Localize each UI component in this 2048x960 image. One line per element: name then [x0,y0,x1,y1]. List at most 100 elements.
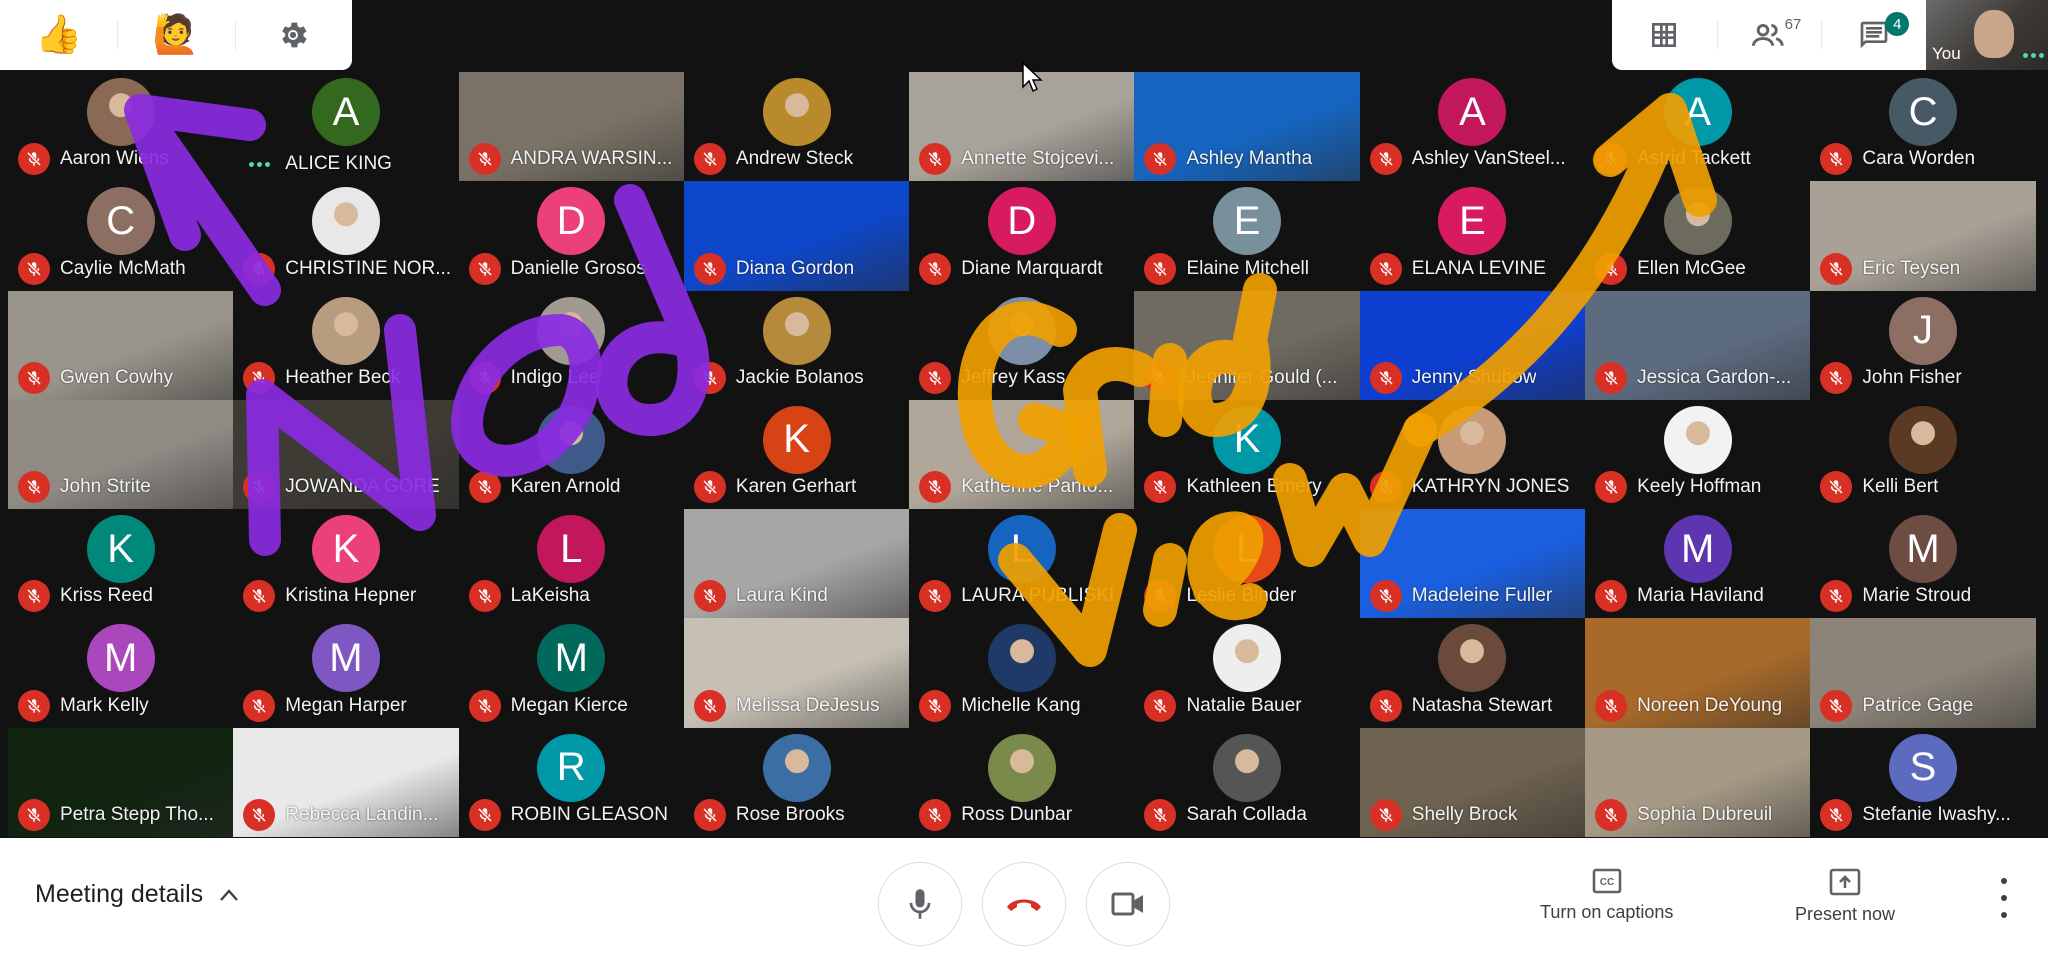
captions-button[interactable]: CC Turn on captions [1540,868,1673,923]
settings-button[interactable] [234,0,352,70]
mic-off-icon [468,143,501,176]
participant-name: Sophia Dubreuil [1637,804,1773,826]
participant-tile[interactable]: Rose Brooks [683,727,910,838]
participant-tile[interactable]: Andrew Steck [683,72,910,182]
participant-nameplate: Cara Worden [1820,143,2029,176]
participant-tile[interactable]: E ELANA LEVINE [1359,181,1586,291]
participant-tile[interactable]: E Elaine Mitchell [1134,181,1360,291]
participant-tile[interactable]: Madeleine Fuller [1359,509,1586,619]
raise-hand-button[interactable]: 🙋 [117,0,234,70]
participant-tile[interactable]: Noreen DeYoung [1585,618,1811,728]
participant-tile[interactable]: Keely Hoffman [1585,399,1811,510]
present-now-button[interactable]: Present now [1795,868,1895,925]
participant-name: Andrew Steck [735,148,854,170]
camera-button[interactable] [1086,862,1170,946]
participant-nameplate: CHRISTINE NOR... [243,252,452,285]
self-view-tile[interactable]: You [1926,0,2048,70]
participant-tile[interactable]: Aaron Wiens [8,72,234,182]
leave-call-button[interactable] [982,862,1066,946]
participant-tile[interactable]: Michelle Kang [909,618,1135,728]
participant-tile[interactable]: Jennifer Gould (... [1134,290,1360,400]
participant-tile[interactable]: M Mark Kelly [8,618,234,728]
participant-tile[interactable]: Laura Kind [683,509,910,619]
participant-tile[interactable]: C Cara Worden [1810,72,2036,182]
participant-tile[interactable]: Melissa DeJesus [683,618,910,728]
participants-button[interactable]: 67 [1716,0,1822,70]
participant-tile[interactable]: C Caylie McMath [8,181,234,291]
participant-tile[interactable]: D Danielle Grosos [458,181,684,291]
mic-off-icon [693,361,726,394]
participant-tile[interactable]: Natasha Stewart [1359,618,1586,728]
chat-button[interactable]: 4 [1821,0,1926,70]
participant-tile[interactable]: Patrice Gage [1810,618,2036,728]
grid-icon [1652,23,1677,47]
participant-tile[interactable]: KATHRYN JONES [1359,399,1586,510]
participant-tile[interactable]: L Leslie Binder [1134,509,1360,619]
meeting-details-button[interactable]: Meeting details [35,880,239,909]
mic-off-icon [18,361,50,394]
participant-tile[interactable]: A ALICE KING [233,72,459,182]
participant-tile[interactable]: Ellen McGee [1585,181,1811,291]
participant-tile[interactable]: Heather Beck [233,290,459,400]
avatar-initial: K [1233,417,1261,462]
participant-tile[interactable]: S Stefanie Iwashy... [1810,727,2036,838]
participant-tile[interactable]: K Kristina Hepner [233,509,459,619]
participant-tile[interactable]: Rebecca Landin... [233,727,459,838]
thumbs-up-icon: 👍 [35,14,83,56]
participant-tile[interactable]: Eric Teysen [1810,181,2036,291]
participant-tile[interactable]: Jessica Gardon-... [1585,290,1811,400]
participant-tile[interactable]: D Diane Marquardt [909,181,1135,291]
thumbs-up-button[interactable]: 👍 [0,0,117,70]
participant-tile[interactable]: Sophia Dubreuil [1585,727,1811,838]
participant-tile[interactable]: L LaKeisha [458,509,684,619]
more-options-button[interactable] [1994,878,2014,918]
participant-tile[interactable]: Katherine Panto... [909,399,1135,510]
participant-tile[interactable]: K Kathleen Emery [1134,399,1360,510]
participant-avatar [1213,624,1282,693]
participant-tile[interactable]: Diana Gordon [683,181,910,291]
participant-tile[interactable]: M Megan Kierce [458,618,684,728]
participant-tile[interactable]: ANDRA WARSIN... [458,72,684,182]
microphone-button[interactable] [878,862,962,946]
participant-tile[interactable]: Kelli Bert [1810,399,2036,510]
layout-button[interactable] [1612,0,1717,70]
participant-nameplate: ALICE KING [243,153,452,175]
mic-off-icon [1595,252,1628,285]
participant-avatar [987,733,1056,802]
participant-name: Stefanie Iwashy... [1862,804,2011,826]
participant-tile[interactable]: M Marie Stroud [1810,509,2036,619]
participant-avatar [1663,187,1732,256]
participant-tile[interactable]: Jeffrey Kass [909,290,1135,400]
participant-tile[interactable]: A Astrid Tackett [1585,72,1811,182]
participant-tile[interactable]: CHRISTINE NOR... [233,181,459,291]
participant-tile[interactable]: J John Fisher [1810,290,2036,400]
participant-tile[interactable]: M Maria Haviland [1585,509,1811,619]
participant-tile[interactable]: A Ashley VanSteel... [1359,72,1586,182]
participant-tile[interactable]: Shelly Brock [1359,727,1586,838]
mic-off-icon [18,799,50,832]
participant-name: Heather Beck [285,366,401,388]
participant-name: Elaine Mitchell [1186,257,1309,279]
participant-tile[interactable]: K Kriss Reed [8,509,234,619]
participant-tile[interactable]: R ROBIN GLEASON [458,727,684,838]
participant-tile[interactable]: Indigo Lee [458,290,684,400]
participant-tile[interactable]: Karen Arnold [458,399,684,510]
participant-tile[interactable]: K Karen Gerhart [683,399,910,510]
participant-tile[interactable]: JOWANDA GORE [233,399,459,510]
avatar-initial: A [332,89,360,134]
participant-name: ELANA LEVINE [1411,257,1546,279]
participant-tile[interactable]: Sarah Collada [1134,727,1360,838]
participant-tile[interactable]: L LAURA PUBLISKI [909,509,1135,619]
participant-name: John Fisher [1862,366,1962,388]
participant-name: Mark Kelly [60,694,149,716]
participant-tile[interactable]: Petra Stepp Tho... [8,727,234,838]
participant-tile[interactable]: M Megan Harper [233,618,459,728]
participant-tile[interactable]: Jenny Shubow [1359,290,1586,400]
participant-tile[interactable]: Gwen Cowhy [8,290,234,400]
participant-tile[interactable]: Jackie Bolanos [683,290,910,400]
participant-tile[interactable]: Ross Dunbar [909,727,1135,838]
participant-tile[interactable]: Natalie Bauer [1134,618,1360,728]
participant-tile[interactable]: Ashley Mantha [1134,72,1360,182]
participant-name: Laura Kind [735,585,828,607]
participant-tile[interactable]: John Strite [8,399,234,510]
